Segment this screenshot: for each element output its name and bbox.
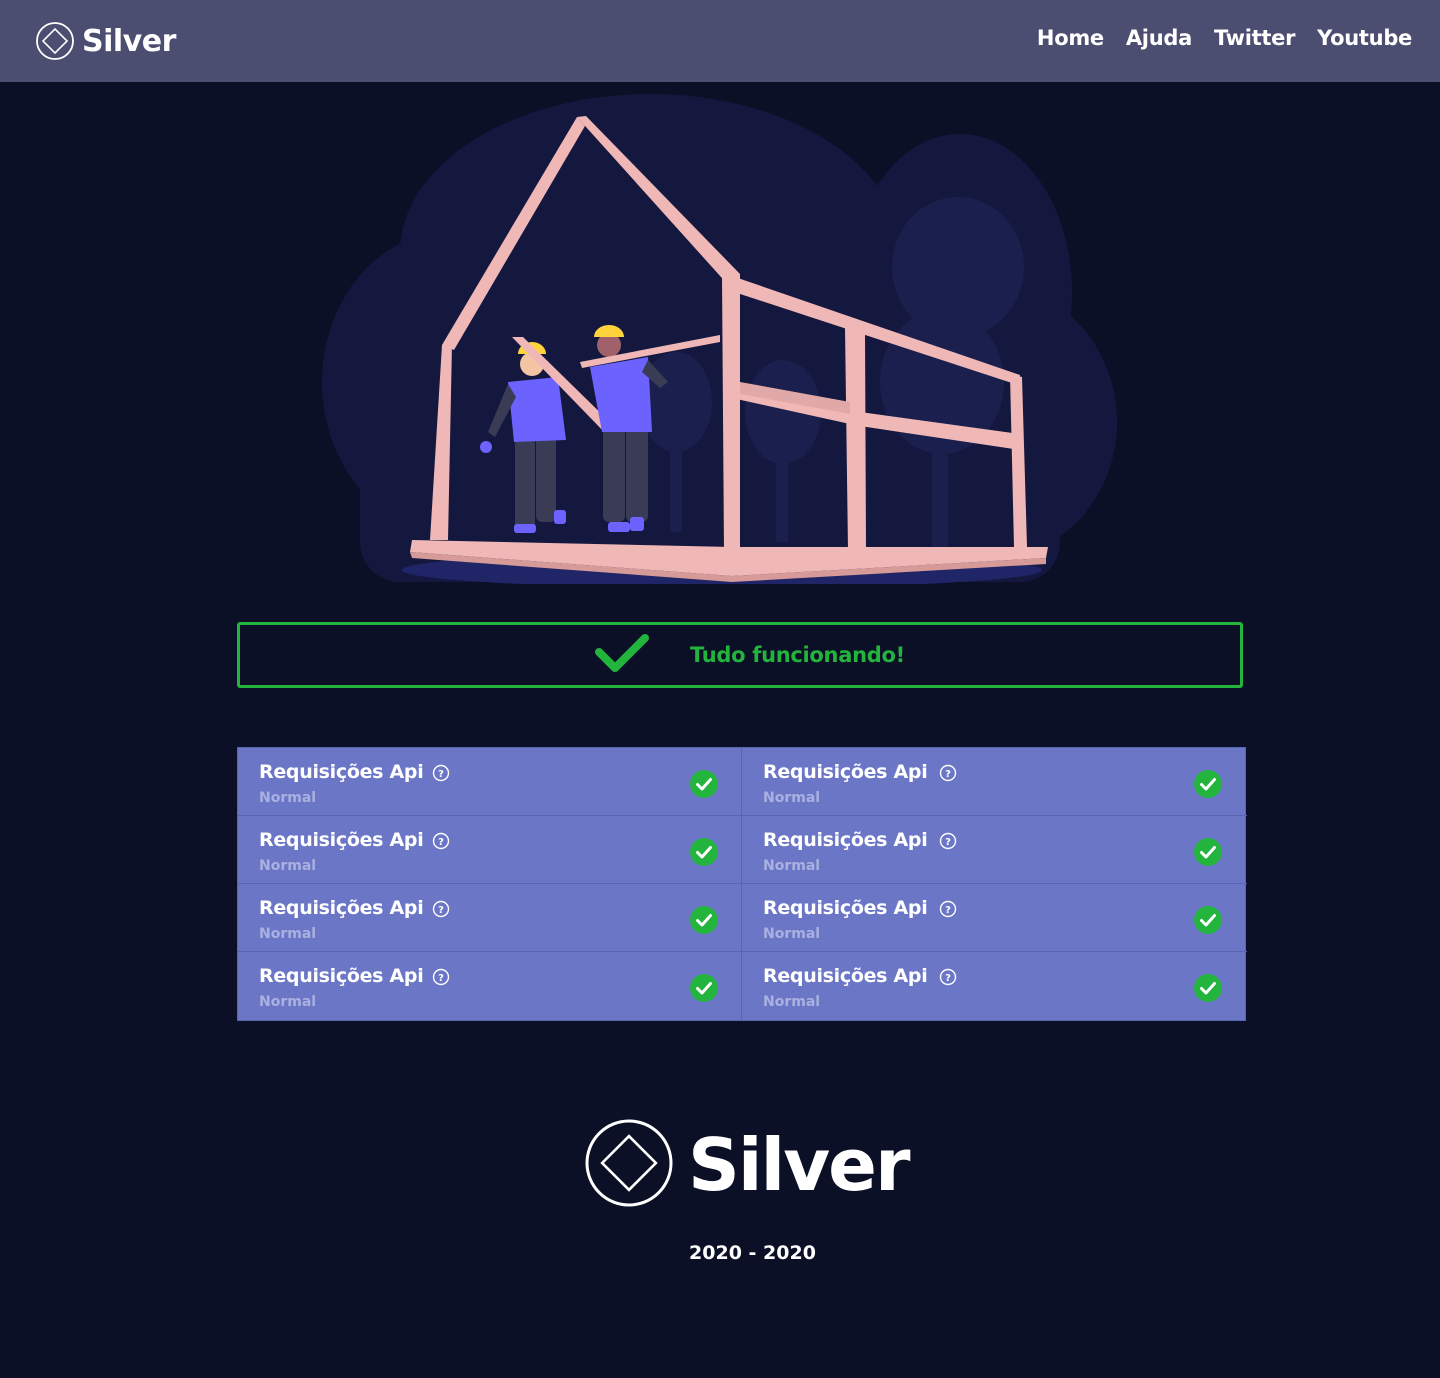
svg-text:?: ? <box>438 769 444 780</box>
service-card: Requisições Api ? Normal <box>742 748 1247 816</box>
service-card: Requisições Api ? Normal <box>238 816 742 884</box>
service-name: Requisições Api <box>259 829 424 851</box>
checkmark-icon <box>595 634 649 672</box>
help-icon[interactable]: ? <box>432 900 450 918</box>
hero-illustration <box>322 94 1117 584</box>
service-card: Requisições Api ? Normal <box>742 816 1247 884</box>
service-card: Requisições Api ? Normal <box>742 952 1247 1020</box>
help-icon[interactable]: ? <box>939 900 957 918</box>
service-status: Normal <box>763 858 821 874</box>
service-card: Requisições Api ? Normal <box>238 952 742 1020</box>
footer-diamond-circle-logo-icon <box>585 1119 673 1207</box>
service-name: Requisições Api <box>259 897 424 919</box>
service-name: Requisições Api <box>763 897 928 919</box>
status-ok-icon <box>690 974 718 1002</box>
status-ok-icon <box>690 906 718 934</box>
service-status: Normal <box>259 790 317 806</box>
service-status: Normal <box>763 790 821 806</box>
help-icon[interactable]: ? <box>432 832 450 850</box>
status-banner: Tudo funcionando! <box>237 622 1243 688</box>
help-icon[interactable]: ? <box>432 764 450 782</box>
service-name: Requisições Api <box>259 761 424 783</box>
nav-youtube[interactable]: Youtube <box>1317 26 1412 50</box>
footer-brand-name: Silver <box>688 1123 910 1207</box>
svg-text:?: ? <box>438 905 444 916</box>
svg-text:?: ? <box>438 837 444 848</box>
services-grid: Requisições Api ? Normal Requisições Api… <box>237 747 1247 1021</box>
service-name: Requisições Api <box>763 761 928 783</box>
help-icon[interactable]: ? <box>432 968 450 986</box>
help-icon[interactable]: ? <box>939 968 957 986</box>
svg-text:?: ? <box>438 973 444 984</box>
service-status: Normal <box>763 994 821 1010</box>
service-card: Requisições Api ? Normal <box>742 884 1247 952</box>
service-card: Requisições Api ? Normal <box>238 748 742 816</box>
nav-twitter[interactable]: Twitter <box>1214 26 1296 50</box>
service-status: Normal <box>259 994 317 1010</box>
status-ok-icon <box>1194 770 1222 798</box>
status-ok-icon <box>1194 974 1222 1002</box>
svg-text:?: ? <box>945 905 951 916</box>
nav-ajuda[interactable]: Ajuda <box>1126 26 1192 50</box>
service-card: Requisições Api ? Normal <box>238 884 742 952</box>
help-icon[interactable]: ? <box>939 832 957 850</box>
svg-text:?: ? <box>945 769 951 780</box>
nav-home[interactable]: Home <box>1037 26 1104 50</box>
footer-years: 2020 - 2020 <box>689 1242 816 1264</box>
service-name: Requisições Api <box>763 965 928 987</box>
status-message: Tudo funcionando! <box>690 643 905 667</box>
service-name: Requisições Api <box>259 965 424 987</box>
diamond-circle-logo-icon <box>36 22 74 60</box>
status-ok-icon <box>1194 838 1222 866</box>
main-nav: Home Ajuda Twitter Youtube <box>1037 26 1412 50</box>
service-status: Normal <box>259 858 317 874</box>
svg-text:?: ? <box>945 837 951 848</box>
status-ok-icon <box>690 770 718 798</box>
service-name: Requisições Api <box>763 829 928 851</box>
status-ok-icon <box>1194 906 1222 934</box>
svg-text:?: ? <box>945 973 951 984</box>
navbar: Silver Home Ajuda Twitter Youtube <box>0 0 1440 82</box>
service-status: Normal <box>763 926 821 942</box>
brand-name: Silver <box>82 23 176 59</box>
help-icon[interactable]: ? <box>939 764 957 782</box>
service-status: Normal <box>259 926 317 942</box>
brand-link[interactable]: Silver <box>35 20 176 62</box>
status-ok-icon <box>690 838 718 866</box>
